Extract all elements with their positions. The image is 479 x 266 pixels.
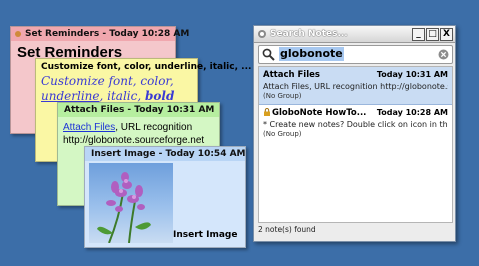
note-header-label: Insert Image - Today 10:54 AM <box>91 149 246 159</box>
note-text: , URL recognition <box>115 122 193 133</box>
attach-files-link[interactable]: Attach Files <box>63 122 115 133</box>
note-body: Customize font, color, underline, italic… <box>36 72 197 104</box>
note-header[interactable]: Attach Files - Today 10:31 AM <box>58 103 219 117</box>
result-group: (No Group) <box>263 130 302 138</box>
app-icon <box>258 30 266 38</box>
result-group: (No Group) <box>263 92 302 100</box>
result-item[interactable]: GloboNote HowTo... Today 10:28 AM * Crea… <box>259 105 452 143</box>
image-caption: Insert Image <box>173 230 238 240</box>
result-item[interactable]: Attach Files Today 10:31 AM Attach Files… <box>259 67 452 105</box>
search-query[interactable]: globonote <box>279 47 344 61</box>
note-line: Customize font, color, <box>41 74 174 88</box>
note-header[interactable]: Set Reminders - Today 10:28 AM <box>11 27 189 41</box>
note-insert-image[interactable]: Insert Image - Today 10:54 AM Insert Ima… <box>84 146 246 248</box>
clear-icon[interactable] <box>438 49 449 60</box>
flower-image <box>89 163 173 243</box>
results-list[interactable]: Attach Files Today 10:31 AM Attach Files… <box>258 66 453 223</box>
result-title: GloboNote HowTo... <box>272 108 367 118</box>
note-header-label: Attach Files - Today 10:31 AM <box>64 105 215 115</box>
bold-text: bold <box>144 89 175 103</box>
minimize-button[interactable]: _ <box>412 28 425 41</box>
underline-text: underline <box>41 89 100 103</box>
window-titlebar[interactable]: Search Notes... _ □ X <box>254 26 455 43</box>
lock-icon <box>264 108 270 116</box>
search-icon <box>262 48 275 61</box>
result-time: Today 10:28 AM <box>376 108 448 117</box>
note-header[interactable]: Insert Image - Today 10:54 AM <box>85 147 246 161</box>
result-time: Today 10:31 AM <box>376 70 448 79</box>
status-text: 2 note(s) found <box>258 225 316 234</box>
note-body: Attach Files, URL recognition http://glo… <box>58 117 219 147</box>
search-field[interactable]: globonote <box>258 45 453 64</box>
close-button[interactable]: X <box>440 28 453 41</box>
pin-icon <box>15 31 21 37</box>
result-preview: * Create new notes? Double click on icon… <box>263 120 448 129</box>
search-notes-window[interactable]: Search Notes... _ □ X globonote Attach F… <box>253 25 456 242</box>
note-header-label: Customize font, color, underline, italic… <box>41 62 252 72</box>
italic-text: italic, <box>107 89 142 103</box>
maximize-button[interactable]: □ <box>426 28 439 41</box>
result-preview: Attach Files, URL recognition http://glo… <box>263 82 448 91</box>
note-header-label: Set Reminders - Today 10:28 AM <box>25 29 190 39</box>
window-title: Search Notes... <box>270 29 348 39</box>
